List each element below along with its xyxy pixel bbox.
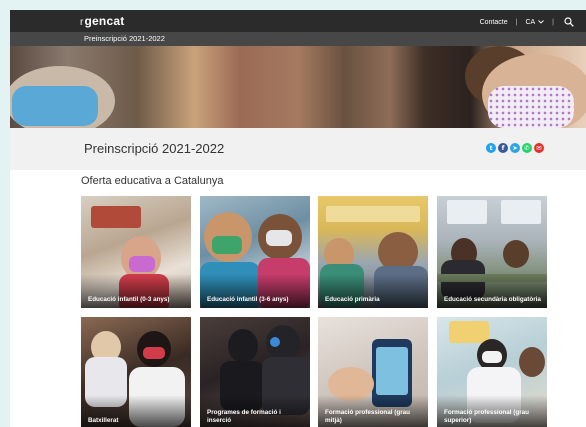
search-icon — [564, 17, 574, 27]
card-label: Programes de formació i inserció — [207, 409, 281, 424]
card-image-window — [501, 200, 541, 224]
title-bar: Preinscripció 2021-2022 t f ➤ ✆ ✉ — [10, 128, 586, 170]
card-early-childhood-0-3[interactable]: Educació infantil (0-3 anys) — [81, 196, 191, 308]
page: rgencat Contacte | CA | Preinscripció 20… — [10, 10, 586, 427]
card-image-window — [447, 200, 487, 224]
logo-text: gencat — [84, 14, 125, 28]
search-button[interactable] — [562, 16, 576, 28]
card-label: Batxillerat — [88, 416, 119, 424]
card-image-phone-screen — [376, 347, 408, 395]
divider: | — [515, 18, 518, 26]
card-image-lamp — [449, 321, 489, 343]
chevron-down-icon — [538, 20, 544, 24]
email-icon[interactable]: ✉ — [534, 143, 544, 153]
card-label: Educació infantil (0-3 anys) — [88, 295, 170, 303]
language-label: CA — [525, 18, 536, 26]
card-image-mask — [143, 347, 165, 359]
card-label: Educació primària — [325, 295, 380, 303]
card-image-shelf — [91, 206, 141, 228]
logo-mark: r — [80, 17, 84, 28]
card-image-student — [519, 347, 545, 377]
card-training-insertion[interactable]: Programes de formació i inserció — [200, 317, 310, 427]
card-label: Educació infantil (3-6 anys) — [207, 295, 289, 303]
breadcrumb[interactable]: Preinscripció 2021-2022 — [84, 34, 165, 43]
card-image-mask — [482, 351, 502, 363]
card-image-mask — [212, 236, 242, 254]
twitter-icon[interactable]: t — [486, 143, 496, 153]
share-buttons: t f ➤ ✆ ✉ — [486, 143, 544, 153]
card-secondary[interactable]: Educació secundària obligatòria — [437, 196, 547, 308]
facebook-icon[interactable]: f — [498, 143, 508, 153]
hero-banner — [10, 46, 586, 128]
card-early-childhood-3-6[interactable]: Educació infantil (3-6 anys) — [200, 196, 310, 308]
contact-link[interactable]: Contacte — [480, 19, 508, 26]
telegram-icon[interactable]: ➤ — [510, 143, 520, 153]
hero-mask-left — [12, 86, 98, 126]
card-label: Formació professional (grau mitjà) — [325, 409, 411, 424]
section-title: Oferta educativa a Catalunya — [81, 175, 224, 187]
card-image-welding-helmet — [228, 329, 258, 363]
language-selector[interactable]: CA — [525, 19, 544, 26]
card-label: Educació secundària obligatòria — [444, 295, 541, 303]
card-image-student — [503, 240, 529, 268]
card-image-visor — [270, 337, 280, 347]
whatsapp-icon[interactable]: ✆ — [522, 143, 532, 153]
card-primary[interactable]: Educació primària — [318, 196, 428, 308]
card-image-sign — [326, 206, 420, 222]
card-label: Formació professional (grau superior) — [444, 409, 530, 424]
divider: | — [552, 18, 554, 26]
top-bar: rgencat Contacte | CA | — [10, 10, 586, 32]
breadcrumb-bar: Preinscripció 2021-2022 — [10, 32, 586, 46]
card-vocational-higher[interactable]: Formació professional (grau superior) — [437, 317, 547, 427]
top-links: Contacte | CA | — [480, 16, 576, 28]
hero-mask-right — [488, 86, 574, 128]
card-vocational-intermediate[interactable]: Formació professional (grau mitjà) — [318, 317, 428, 427]
gencat-logo[interactable]: rgencat — [80, 14, 124, 28]
card-baccalaureate[interactable]: Batxillerat — [81, 317, 191, 427]
card-image-toy — [129, 256, 155, 272]
page-title: Preinscripció 2021-2022 — [84, 141, 225, 156]
card-image-mask — [266, 230, 292, 246]
